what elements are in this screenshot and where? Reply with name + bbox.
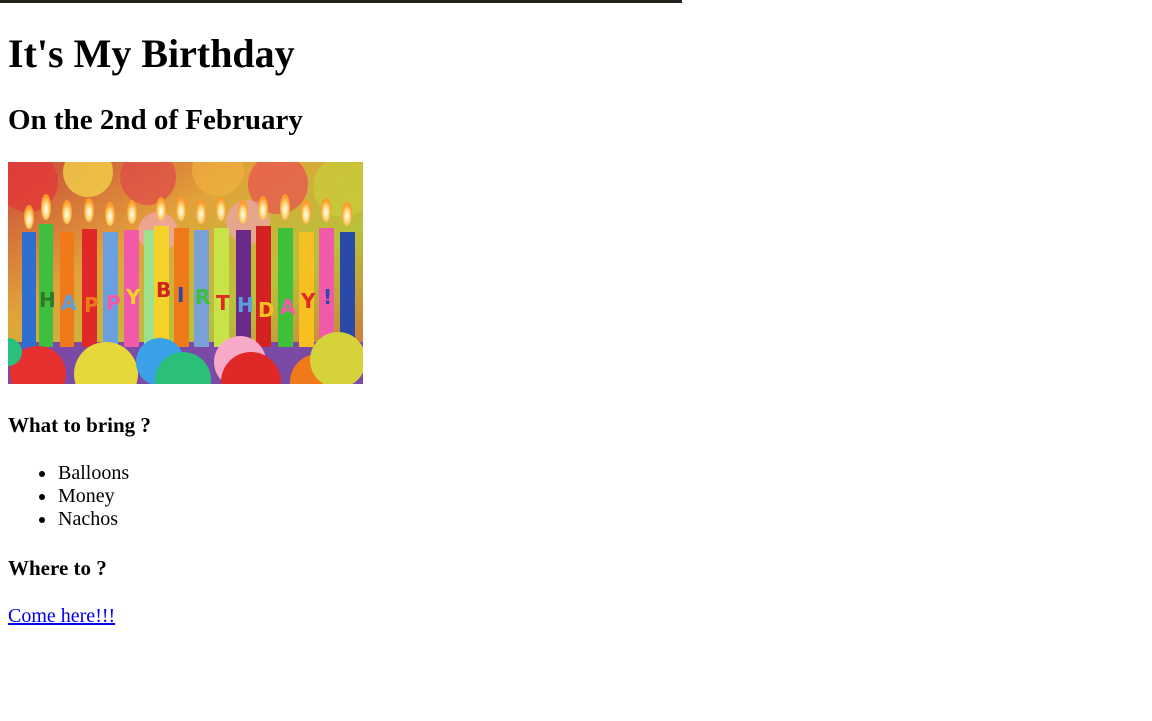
svg-text:B: B [156, 278, 171, 302]
svg-text:Y: Y [125, 285, 141, 309]
svg-text:R: R [195, 285, 210, 309]
where-heading: Where to ? [8, 556, 107, 580]
birthday-candles-image: H A P P Y B I R T H D A Y ! [8, 162, 363, 384]
svg-text:Y: Y [300, 289, 316, 313]
svg-text:P: P [106, 291, 121, 315]
svg-text:A: A [280, 295, 296, 319]
bring-list: Balloons Money Nachos [8, 462, 129, 531]
svg-text:T: T [216, 291, 230, 315]
svg-text:D: D [258, 298, 275, 322]
svg-text:H: H [237, 293, 254, 317]
list-item: Money [38, 485, 129, 508]
top-border-bar [0, 0, 682, 3]
svg-text:!: ! [323, 285, 332, 309]
list-item: Balloons [38, 462, 130, 484]
svg-text:P: P [84, 293, 99, 317]
page-title: It's My Birthday [8, 31, 295, 76]
svg-text:H: H [39, 288, 56, 312]
page-subtitle: On the 2nd of February [8, 104, 303, 136]
svg-text:I: I [177, 283, 184, 307]
come-here-link[interactable]: Come here!!! [8, 604, 115, 628]
svg-text:A: A [61, 291, 77, 315]
bring-heading: What to bring ? [8, 413, 151, 437]
list-item: Nachos [38, 508, 129, 531]
